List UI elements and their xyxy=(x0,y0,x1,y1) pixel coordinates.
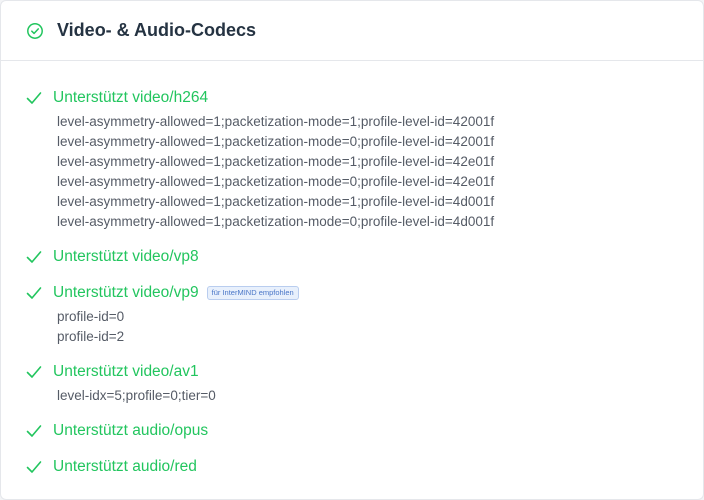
checkmark-icon xyxy=(25,248,43,266)
codec-item: Unterstützt video/h264 level-asymmetry-al… xyxy=(25,87,703,232)
card-header: Video- & Audio-Codecs xyxy=(1,1,703,61)
codec-name: Unterstützt video/h264 xyxy=(53,89,209,106)
codec-name: Unterstützt audio/red xyxy=(53,458,197,475)
codec-name: Unterstützt video/av1 xyxy=(53,363,199,380)
codec-line: Unterstützt video/h264 xyxy=(25,87,703,109)
codec-line: Unterstützt audio/red xyxy=(25,456,703,478)
checkmark-icon xyxy=(25,284,43,302)
codec-item: Unterstützt video/vp8 xyxy=(25,246,703,268)
codec-param: profile-id=2 xyxy=(57,329,125,344)
recommended-badge: für InterMIND empfohlen xyxy=(206,286,299,300)
codec-param: level-asymmetry-allowed=1;packetization-… xyxy=(57,134,495,149)
codecs-card: Video- & Audio-Codecs Unterstützt video/… xyxy=(0,0,704,500)
codec-params: profile-id=0 profile-id=2 xyxy=(57,307,703,347)
codec-item: Unterstützt video/av1 level-idx=5;profile… xyxy=(25,361,703,406)
checkmark-icon xyxy=(25,458,43,476)
codec-line: Unterstützt video/vp9 für InterMIND empfo… xyxy=(25,282,703,304)
codec-name: Unterstützt video/vp8 xyxy=(53,248,199,265)
codec-line: Unterstützt audio/opus xyxy=(25,420,703,442)
codec-params: level-asymmetry-allowed=1;packetization-… xyxy=(57,112,703,232)
codec-line: Unterstützt video/vp8 xyxy=(25,246,703,268)
codec-param: level-asymmetry-allowed=1;packetization-… xyxy=(57,194,495,209)
card-title: Video- & Audio-Codecs xyxy=(57,20,257,40)
codec-param: level-asymmetry-allowed=1;packetization-… xyxy=(57,174,495,189)
codec-param: level-asymmetry-allowed=1;packetization-… xyxy=(57,114,495,129)
codec-param: profile-id=0 xyxy=(57,309,125,324)
codec-param: level-asymmetry-allowed=1;packetization-… xyxy=(57,154,495,169)
codec-line: Unterstützt video/av1 xyxy=(25,361,703,383)
codec-item: Unterstützt video/vp9 für InterMIND empfo… xyxy=(25,282,703,347)
codec-name: Unterstützt video/vp9 xyxy=(53,284,199,301)
checkmark-icon xyxy=(25,422,43,440)
codec-param: level-idx=5;profile=0;tier=0 xyxy=(57,388,216,403)
codec-params: level-idx=5;profile=0;tier=0 xyxy=(57,386,703,406)
check-circle-icon xyxy=(26,22,44,40)
codec-param: level-asymmetry-allowed=1;packetization-… xyxy=(57,214,495,229)
codec-item: Unterstützt audio/opus xyxy=(25,420,703,442)
checkmark-icon xyxy=(25,363,43,381)
codec-name: Unterstützt audio/opus xyxy=(53,422,209,439)
codec-list: Unterstützt video/h264 level-asymmetry-al… xyxy=(1,61,703,478)
codec-item: Unterstützt audio/red xyxy=(25,456,703,478)
checkmark-icon xyxy=(25,89,43,107)
